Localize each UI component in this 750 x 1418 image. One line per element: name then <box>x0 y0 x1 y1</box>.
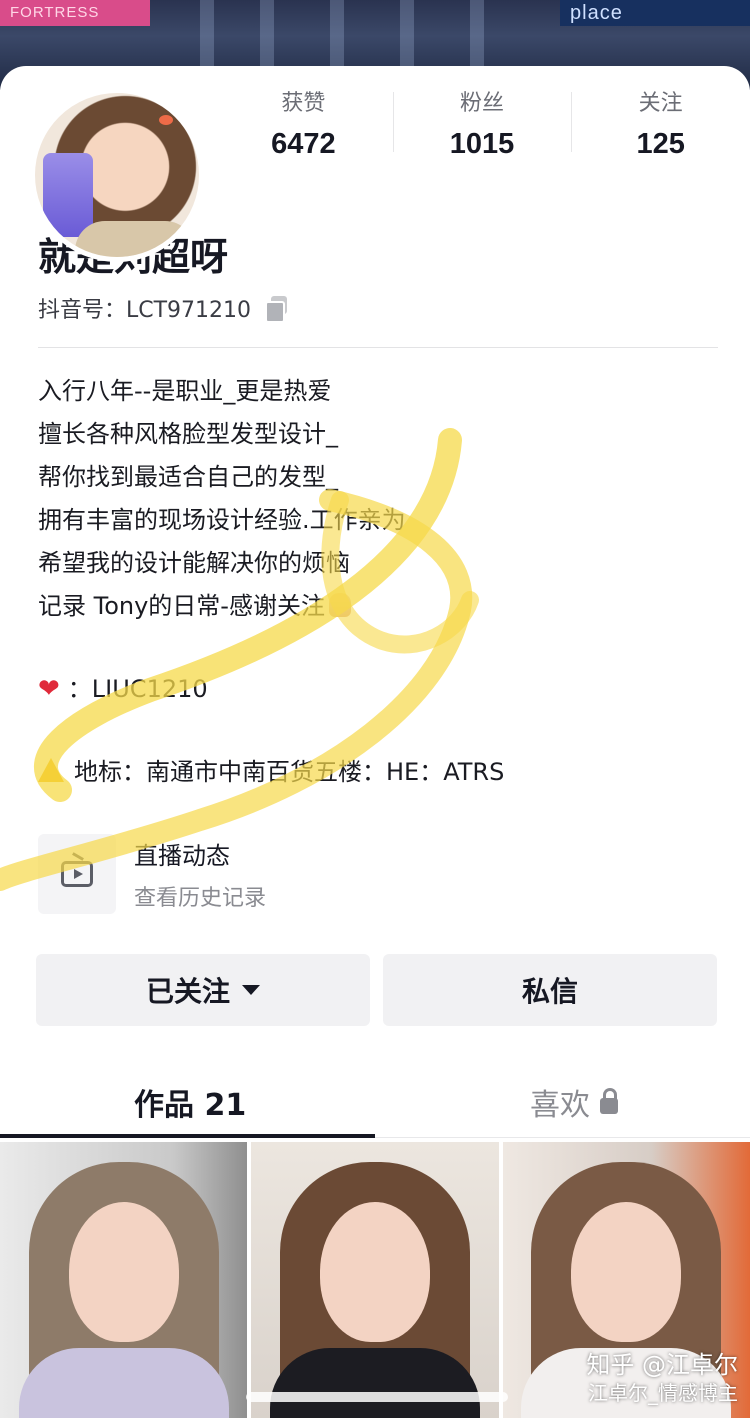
lock-icon <box>600 1088 618 1114</box>
profile-stats: 获赞 6472 粉丝 1015 关注 125 <box>214 88 750 178</box>
bio-line: 希望我的设计能解决你的烦恼 <box>38 549 350 577</box>
live-history-entry[interactable]: 直播动态 查看历史记录 <box>38 834 718 914</box>
bio-line: 记录 Tony的日常-感谢关注 <box>38 585 718 628</box>
warning-icon <box>38 758 64 782</box>
douyin-id: 抖音号：LCT971210 <box>38 292 289 324</box>
stat-value: 6472 <box>271 128 336 160</box>
watermark: 知乎 @江卓尔 江卓尔_情感博主 <box>586 1350 738 1406</box>
profile-screen: FORTRESS place 获赞 6472 粉丝 1015 关注 125 抖音… <box>0 0 750 1418</box>
live-subtitle: 查看历史记录 <box>134 886 267 911</box>
message-button[interactable]: 私信 <box>383 954 717 1026</box>
bio-line: 擅长各种风格脸型发型设计_ <box>38 420 338 448</box>
heart-icon: ❤ <box>38 674 60 704</box>
bio-line: 拥有丰富的现场设计经验.工作亲为 <box>38 506 406 534</box>
stat-following[interactable]: 关注 125 <box>571 88 750 178</box>
caret-down-icon <box>242 985 260 995</box>
tab-likes-label: 喜欢 <box>530 1088 590 1123</box>
video-thumbnail[interactable] <box>251 1142 499 1418</box>
bio-line-text: 记录 Tony的日常-感谢关注 <box>38 592 325 620</box>
divider <box>38 347 718 348</box>
stat-followers[interactable]: 粉丝 1015 <box>392 88 572 178</box>
bio-line: 帮你找到最适合自己的发型_ <box>38 463 338 491</box>
stat-label: 粉丝 <box>460 91 505 116</box>
stat-value: 125 <box>636 128 685 160</box>
pray-hands-icon <box>328 593 351 617</box>
stat-value: 1015 <box>449 128 515 160</box>
stat-likes[interactable]: 获赞 6472 <box>214 88 393 178</box>
tab-works-label: 作品 21 <box>134 1088 247 1123</box>
banner-sign: place <box>560 0 750 26</box>
profile-card: 获赞 6472 粉丝 1015 关注 125 就是刘超呀 抖音号：LCT9712… <box>0 66 750 1418</box>
avatar[interactable] <box>30 88 204 262</box>
profile-bio: 入行八年--是职业_更是热爱 擅长各种风格脸型发型设计_ 帮你找到最适合自己的发… <box>38 370 718 794</box>
bio-line: 入行八年--是职业_更是热爱 <box>38 377 332 405</box>
followed-button[interactable]: 已关注 <box>36 954 370 1026</box>
video-thumbnail[interactable] <box>0 1142 248 1418</box>
followed-label: 已关注 <box>145 975 230 1008</box>
bio-location: 地标：南通市中南百货五楼：HE：ATRS <box>38 751 718 794</box>
watermark-line: 知乎 @江卓尔 <box>586 1351 738 1379</box>
tab-works[interactable]: 作品 21 <box>134 1076 246 1128</box>
live-title: 直播动态 <box>134 842 230 870</box>
watermark-line: 江卓尔_情感博主 <box>588 1381 738 1405</box>
contact-text: ：LIUC1210 <box>67 675 208 703</box>
message-label: 私信 <box>521 975 578 1008</box>
tab-active-indicator <box>0 1134 375 1138</box>
location-text: 地标：南通市中南百货五楼：HE：ATRS <box>74 758 505 786</box>
tv-icon <box>61 861 93 887</box>
copy-icon[interactable] <box>265 296 289 323</box>
stat-label: 获赞 <box>281 91 326 116</box>
tab-likes[interactable]: 喜欢 <box>530 1076 618 1128</box>
home-indicator <box>246 1392 508 1402</box>
bio-contact: ❤ ：LIUC1210 <box>38 668 718 711</box>
banner-sign: FORTRESS <box>0 0 150 26</box>
stat-label: 关注 <box>638 91 683 116</box>
live-icon-box <box>38 834 116 914</box>
douyin-id-text: 抖音号：LCT971210 <box>38 298 252 323</box>
